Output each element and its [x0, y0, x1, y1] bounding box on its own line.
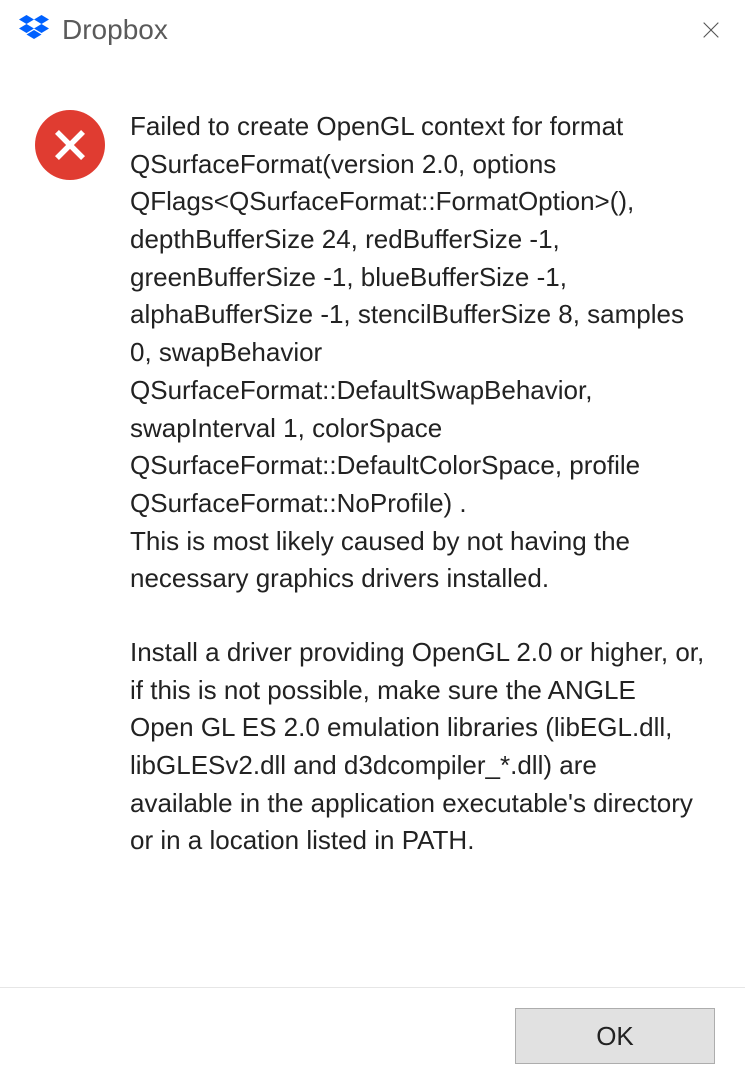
ok-button[interactable]: OK — [515, 1008, 715, 1064]
dialog-footer: OK — [0, 987, 745, 1088]
dialog-content: Failed to create OpenGL context for form… — [0, 60, 745, 987]
titlebar-left: Dropbox — [16, 12, 168, 48]
dropbox-icon — [16, 12, 52, 48]
message-paragraph-1: Failed to create OpenGL context for form… — [130, 108, 705, 598]
message-paragraph-2: Install a driver providing OpenGL 2.0 or… — [130, 634, 705, 860]
ok-button-label: OK — [596, 1021, 634, 1052]
dialog-message: Failed to create OpenGL context for form… — [130, 108, 715, 967]
titlebar: Dropbox — [0, 0, 745, 60]
error-icon — [35, 110, 105, 180]
error-icon-column — [30, 108, 110, 967]
app-title: Dropbox — [62, 14, 168, 46]
close-button[interactable] — [693, 12, 729, 48]
